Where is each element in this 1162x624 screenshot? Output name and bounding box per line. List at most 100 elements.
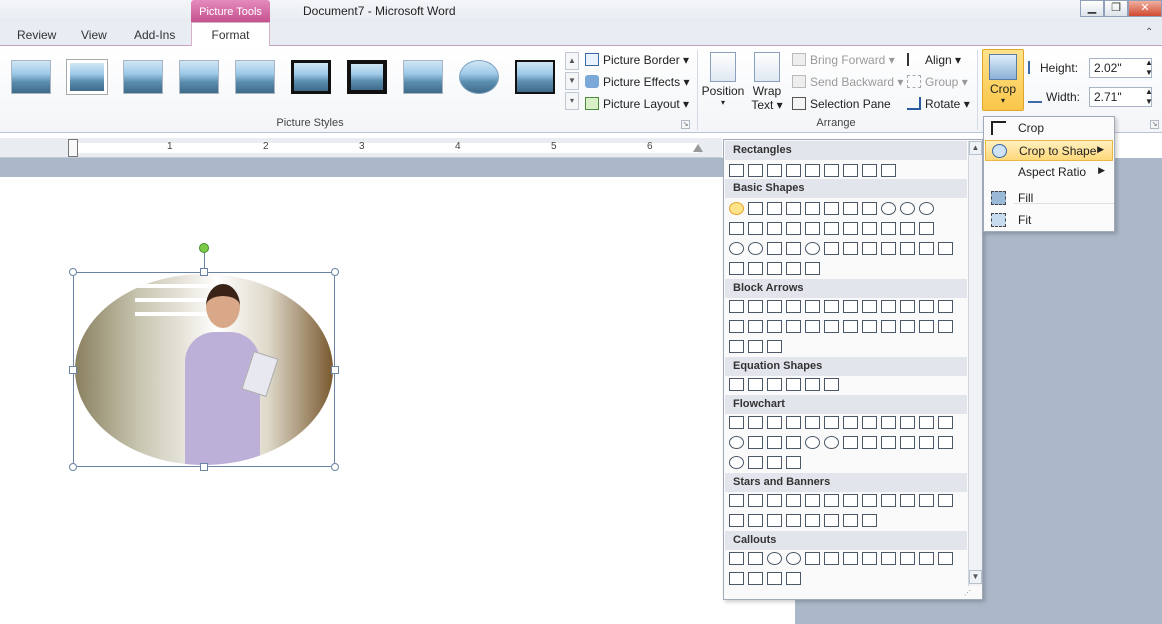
shape-item[interactable] <box>862 514 877 527</box>
shape-item[interactable] <box>767 242 782 255</box>
shape-item[interactable] <box>824 300 839 313</box>
shape-item[interactable] <box>843 320 858 333</box>
shape-item[interactable] <box>900 494 915 507</box>
shape-item[interactable] <box>748 552 763 565</box>
shape-item[interactable] <box>767 320 782 333</box>
shape-item[interactable] <box>843 514 858 527</box>
shape-item[interactable] <box>881 202 896 215</box>
resize-handle[interactable] <box>331 366 339 374</box>
shape-item[interactable] <box>767 300 782 313</box>
shape-item[interactable] <box>748 494 763 507</box>
shape-item[interactable] <box>881 300 896 313</box>
shape-item[interactable] <box>938 320 953 333</box>
shape-item[interactable] <box>767 262 782 275</box>
shape-item[interactable] <box>767 436 782 449</box>
height-input[interactable]: 2.02" <box>1089 58 1152 78</box>
scroll-down-icon[interactable]: ▼ <box>969 570 982 584</box>
shape-item[interactable] <box>824 202 839 215</box>
shape-item[interactable] <box>843 164 858 177</box>
shape-item[interactable] <box>919 494 934 507</box>
shape-item[interactable] <box>729 572 744 585</box>
shape-item[interactable] <box>786 262 801 275</box>
shape-item[interactable] <box>919 300 934 313</box>
shape-item[interactable] <box>748 514 763 527</box>
width-input[interactable]: 2.71" <box>1089 87 1152 107</box>
menu-item-crop[interactable]: Crop <box>985 118 1113 139</box>
shape-item[interactable] <box>748 222 763 235</box>
shape-item[interactable] <box>786 416 801 429</box>
resize-handle[interactable] <box>331 463 339 471</box>
shape-item[interactable] <box>862 436 877 449</box>
shape-item[interactable] <box>938 494 953 507</box>
picture-style-thumb[interactable] <box>11 60 51 94</box>
shape-item[interactable] <box>748 340 763 353</box>
shape-item[interactable] <box>900 242 915 255</box>
shape-item[interactable] <box>786 436 801 449</box>
picture-style-thumb[interactable] <box>123 60 163 94</box>
shape-item[interactable] <box>767 572 782 585</box>
gallery-scroll-down-icon[interactable]: ▼ <box>565 72 579 90</box>
shape-item[interactable] <box>767 340 782 353</box>
shape-item[interactable] <box>748 262 763 275</box>
tab-format[interactable]: Format <box>191 22 270 47</box>
shape-item[interactable] <box>786 572 801 585</box>
shape-item[interactable] <box>843 436 858 449</box>
picture-effects-button[interactable]: Picture Effects ▾ <box>585 75 690 89</box>
indent-marker-icon[interactable] <box>68 139 78 157</box>
shape-item[interactable] <box>919 436 934 449</box>
close-button[interactable]: ✕ <box>1128 0 1162 17</box>
shape-item[interactable] <box>767 494 782 507</box>
shape-item[interactable] <box>900 222 915 235</box>
shape-item[interactable] <box>786 514 801 527</box>
shape-item[interactable] <box>729 262 744 275</box>
picture-style-thumb[interactable] <box>179 60 219 94</box>
rotate-handle-icon[interactable] <box>199 243 209 253</box>
shape-item[interactable] <box>767 222 782 235</box>
shape-item[interactable] <box>824 222 839 235</box>
group-button[interactable]: Group ▾ <box>907 75 968 89</box>
shape-item[interactable] <box>843 552 858 565</box>
shape-item[interactable] <box>805 164 820 177</box>
shape-item[interactable] <box>881 320 896 333</box>
height-spinner-icon[interactable]: ▲ ▼ <box>1145 58 1153 78</box>
shape-item[interactable] <box>805 552 820 565</box>
picture-style-thumb[interactable] <box>347 60 387 94</box>
shape-item[interactable] <box>862 416 877 429</box>
shape-item[interactable] <box>805 436 820 449</box>
shape-item[interactable] <box>824 436 839 449</box>
ribbon-collapse-icon[interactable]: ⌃ <box>1145 27 1153 38</box>
gallery-more-icon[interactable]: ▾ <box>565 92 579 110</box>
shape-item[interactable] <box>805 242 820 255</box>
shape-item[interactable] <box>748 242 763 255</box>
shape-item[interactable] <box>729 494 744 507</box>
shape-item[interactable] <box>843 222 858 235</box>
selection-pane-button[interactable]: Selection Pane <box>792 97 891 111</box>
shape-item[interactable] <box>748 320 763 333</box>
resize-handle[interactable] <box>200 268 208 276</box>
resize-grip-icon[interactable]: ⋰ <box>964 589 980 598</box>
shape-item[interactable] <box>919 202 934 215</box>
maximize-button[interactable]: ❐ <box>1104 0 1128 17</box>
shape-item[interactable] <box>938 300 953 313</box>
picture-layout-button[interactable]: Picture Layout ▾ <box>585 97 689 111</box>
shape-item[interactable] <box>729 378 744 391</box>
picture-border-button[interactable]: Picture Border ▾ <box>585 53 689 67</box>
shape-item[interactable] <box>767 416 782 429</box>
shape-item[interactable] <box>729 242 744 255</box>
shape-item[interactable] <box>786 202 801 215</box>
shape-item[interactable] <box>729 300 744 313</box>
shape-item[interactable] <box>843 416 858 429</box>
shape-item[interactable] <box>748 378 763 391</box>
menu-item-crop-to-shape[interactable]: Crop to Shape ▶ <box>985 140 1113 161</box>
shape-item[interactable] <box>900 320 915 333</box>
shape-item[interactable] <box>881 416 896 429</box>
right-indent-marker-icon[interactable] <box>693 144 703 152</box>
shape-item[interactable] <box>919 222 934 235</box>
shape-item[interactable] <box>919 320 934 333</box>
shape-item[interactable] <box>824 552 839 565</box>
shape-item[interactable] <box>843 242 858 255</box>
shape-item[interactable] <box>729 164 744 177</box>
menu-item-fill[interactable]: Fill <box>985 188 1113 209</box>
shape-item[interactable] <box>805 300 820 313</box>
shape-item[interactable] <box>805 494 820 507</box>
